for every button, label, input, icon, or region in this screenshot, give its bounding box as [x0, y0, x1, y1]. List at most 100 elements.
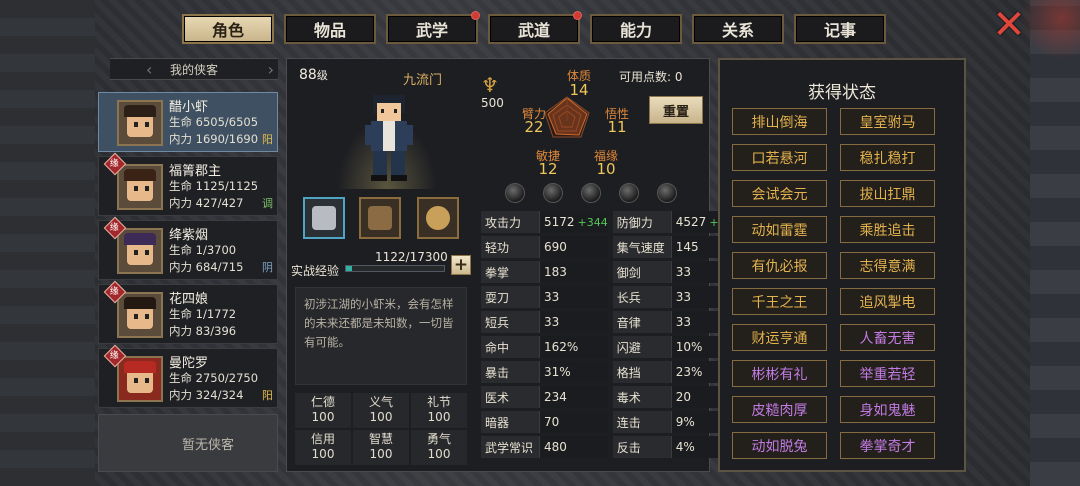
status-item[interactable]: 稳扎稳打 — [840, 144, 935, 171]
tab-relations[interactable]: 关系 — [692, 14, 784, 44]
tab-martial-arts[interactable]: 武学 — [386, 11, 480, 44]
roster-title: 我的侠客 — [169, 62, 218, 77]
tab-role[interactable]: 角色 — [182, 14, 274, 44]
virtue-benevolence: 仁德 100 — [295, 393, 351, 428]
stat-label: 短兵 — [485, 315, 510, 330]
stat-value: 23% — [675, 365, 703, 379]
stat-label: 暗器 — [485, 415, 510, 430]
hero-card-3[interactable]: 缘 花四娘 生命 1/1772 内力 83/396 — [98, 280, 278, 344]
hero-attr: 调 — [262, 197, 273, 210]
reset-button[interactable]: 重置 — [649, 96, 703, 124]
face-icon — [426, 206, 450, 230]
hero-mp: 内力 324/324 — [169, 388, 244, 402]
status-item[interactable]: 千王之王 — [732, 288, 827, 315]
hero-hp: 生命 1/1772 — [169, 307, 237, 321]
stat-value: 234 — [544, 390, 567, 404]
status-item-label: 乘胜追击 — [859, 222, 916, 239]
hero-card-1[interactable]: 缘 福箐郡主 生命 1125/1125 内力 427/427 调 — [98, 152, 278, 216]
equip-slot-gloves[interactable] — [303, 197, 345, 239]
virtue-credit: 信用 100 — [295, 430, 351, 465]
stat-value-cell: 480 — [539, 436, 608, 458]
stat-value-cell: 183 — [539, 261, 608, 283]
empty-orb-icon[interactable] — [581, 183, 601, 203]
status-item[interactable]: 拔山扛鼎 — [840, 180, 935, 207]
empty-orb-icon[interactable] — [657, 183, 677, 203]
radar-value-fortune: 10 — [596, 160, 616, 178]
status-item[interactable]: 皮糙肉厚 — [732, 396, 827, 423]
background-right — [1030, 0, 1080, 486]
equip-slot-accessory[interactable] — [417, 197, 459, 239]
roster-header: ‹ 我的侠客 › — [110, 58, 278, 80]
stat-value: 20 — [675, 390, 692, 404]
hero-card-2[interactable]: 缘 绛紫烟 生命 1/3700 内力 684/715 阴 — [98, 216, 278, 280]
stat-label: 医术 — [485, 390, 510, 405]
status-item[interactable]: 乘胜追击 — [840, 216, 935, 243]
status-item[interactable]: 身如鬼魅 — [840, 396, 935, 423]
character-level: 88级 — [299, 67, 328, 83]
status-item[interactable]: 口若悬河 — [732, 144, 827, 171]
status-item-label: 有仇必报 — [751, 258, 808, 275]
exp-value: 1122/17300 — [375, 250, 448, 264]
hero-hp: 生命 2750/2750 — [169, 371, 259, 385]
status-item-label: 举重若轻 — [859, 366, 916, 383]
status-item[interactable]: 举重若轻 — [840, 360, 935, 387]
stat-value: 162% — [544, 340, 579, 354]
empty-orb-icon[interactable] — [619, 183, 639, 203]
empty-orb-icon[interactable] — [543, 183, 563, 203]
stat-value-cell: 70 — [539, 411, 608, 433]
status-item[interactable]: 排山倒海 — [732, 108, 827, 135]
status-item-label: 稳扎稳打 — [859, 150, 916, 167]
status-item[interactable]: 动如雷霆 — [732, 216, 827, 243]
status-item[interactable]: 人畜无害 — [840, 324, 935, 351]
status-item[interactable]: 会试会元 — [732, 180, 827, 207]
tab-bar: 角色 物品 武学 武道 能力 关系 记事 — [182, 11, 886, 44]
tab-items[interactable]: 物品 — [284, 14, 376, 44]
add-exp-button[interactable]: + — [451, 255, 471, 275]
status-item[interactable]: 拳掌奇才 — [840, 432, 935, 459]
empty-hero-slot[interactable]: 暂无侠客 — [98, 414, 278, 472]
hero-mp: 内力 1690/1690 — [169, 132, 259, 146]
tab-journal[interactable]: 记事 — [794, 14, 886, 44]
equip-slot-armor[interactable] — [359, 197, 401, 239]
exp-bar-fill — [346, 266, 353, 271]
chevron-left-icon[interactable]: ‹ — [146, 60, 152, 79]
stat-row: 短兵 33 — [481, 311, 608, 333]
tab-label: 记事 — [823, 21, 856, 40]
chevron-right-icon[interactable]: › — [268, 60, 274, 79]
stat-row: 武学常识 480 — [481, 436, 608, 458]
status-item-label: 拳掌奇才 — [859, 438, 916, 455]
status-item[interactable]: 财运亨通 — [732, 324, 827, 351]
stat-value: 183 — [544, 265, 567, 279]
virtue-righteousness: 义气 100 — [353, 393, 409, 428]
background-left — [0, 0, 95, 486]
tab-martial-way[interactable]: 武道 — [488, 11, 582, 44]
status-item[interactable]: 彬彬有礼 — [732, 360, 827, 387]
status-item[interactable]: 动如脱兔 — [732, 432, 827, 459]
status-item[interactable]: 皇室驸马 — [840, 108, 935, 135]
tab-abilities[interactable]: 能力 — [590, 14, 682, 44]
status-item-label: 志得意满 — [859, 258, 916, 275]
empty-orb-icon[interactable] — [505, 183, 525, 203]
status-item-label: 人畜无害 — [859, 330, 916, 347]
tab-label: 武道 — [517, 21, 550, 40]
hero-name: 花四娘 — [169, 292, 209, 307]
hero-card-4[interactable]: 缘 曼陀罗 生命 2750/2750 内力 324/324 阳 — [98, 344, 278, 408]
stat-value-cell: 5172 +344 — [539, 211, 608, 233]
status-item-label: 动如雷霆 — [751, 222, 808, 239]
status-item[interactable]: 有仇必报 — [732, 252, 827, 279]
tab-label: 关系 — [721, 21, 754, 40]
stat-label: 耍刀 — [485, 290, 510, 305]
close-icon[interactable]: ✕ — [990, 5, 1028, 45]
stat-row: 暴击 31% — [481, 361, 608, 383]
stat-label: 连击 — [616, 415, 641, 430]
hero-card-0[interactable]: 醋小虾 生命 6505/6505 内力 1690/1690 阳 — [98, 92, 278, 152]
stat-row: 攻击力 5172 +344 — [481, 211, 608, 233]
radar-value-insight: 11 — [607, 118, 627, 136]
stat-label: 武学常识 — [485, 440, 534, 455]
stat-label: 反击 — [616, 440, 641, 455]
gauntlet-icon — [312, 206, 336, 230]
status-item[interactable]: 志得意满 — [840, 252, 935, 279]
status-item-label: 拔山扛鼎 — [859, 186, 916, 203]
radar-value-agility: 12 — [538, 160, 558, 178]
status-item[interactable]: 追风掣电 — [840, 288, 935, 315]
